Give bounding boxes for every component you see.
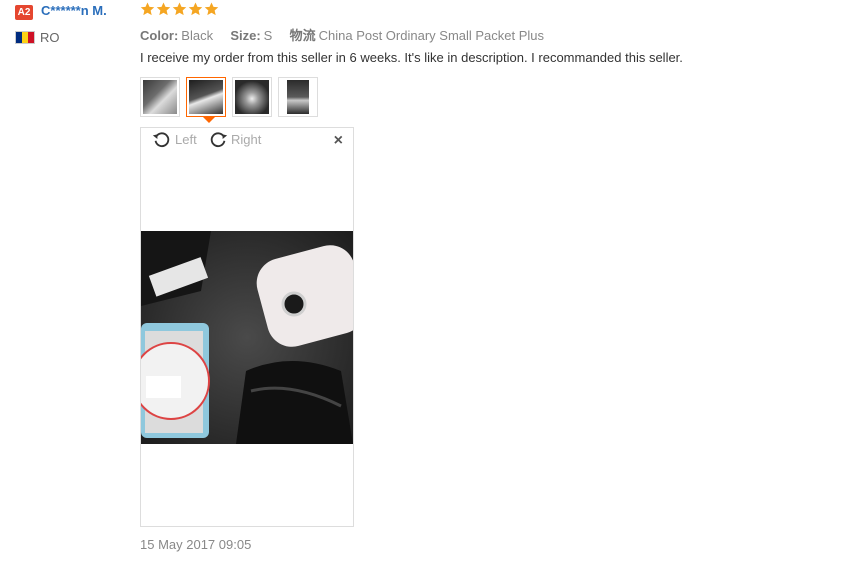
image-viewer: Left Right ×	[140, 127, 354, 527]
country-flag-icon	[15, 31, 35, 44]
order-info: Color: Black Size: S 物流 China Post Ordinary…	[140, 25, 544, 44]
thumbnail-2[interactable]	[186, 77, 226, 117]
active-thumbnail-caret	[203, 117, 215, 123]
rotate-right-label: Right	[231, 131, 262, 147]
star-icon	[156, 2, 171, 16]
star-icon	[140, 2, 155, 16]
review-date: 15 May 2017 09:05	[140, 537, 252, 552]
star-icon	[188, 2, 203, 16]
star-rating	[140, 1, 219, 17]
thumbnail-strip	[140, 77, 318, 117]
shipping-key: 物流	[289, 28, 316, 43]
color-key: Color:	[140, 28, 179, 43]
thumbnail-3[interactable]	[232, 77, 272, 117]
rotate-left-button[interactable]: Left	[151, 128, 197, 150]
review-text: I receive my order from this seller in 6…	[140, 50, 683, 65]
shipping-value: China Post Ordinary Small Packet Plus	[318, 28, 545, 43]
rotate-right-button[interactable]: Right	[207, 128, 261, 150]
review-photo[interactable]	[141, 231, 353, 444]
size-value: S	[263, 28, 273, 43]
reviewer-name[interactable]: C******n M.	[41, 3, 107, 18]
close-icon[interactable]: ×	[334, 132, 343, 150]
avatar-badge: A2	[15, 5, 33, 20]
rotate-left-icon	[152, 132, 170, 148]
color-value: Black	[181, 28, 214, 43]
star-icon	[172, 2, 187, 16]
size-key: Size:	[230, 28, 261, 43]
thumbnail-4[interactable]	[278, 77, 318, 117]
star-icon	[204, 2, 219, 16]
rotate-left-label: Left	[175, 131, 197, 147]
reviewer-country: RO	[40, 30, 60, 45]
thumbnail-1[interactable]	[140, 77, 180, 117]
rotate-right-icon	[210, 132, 228, 148]
